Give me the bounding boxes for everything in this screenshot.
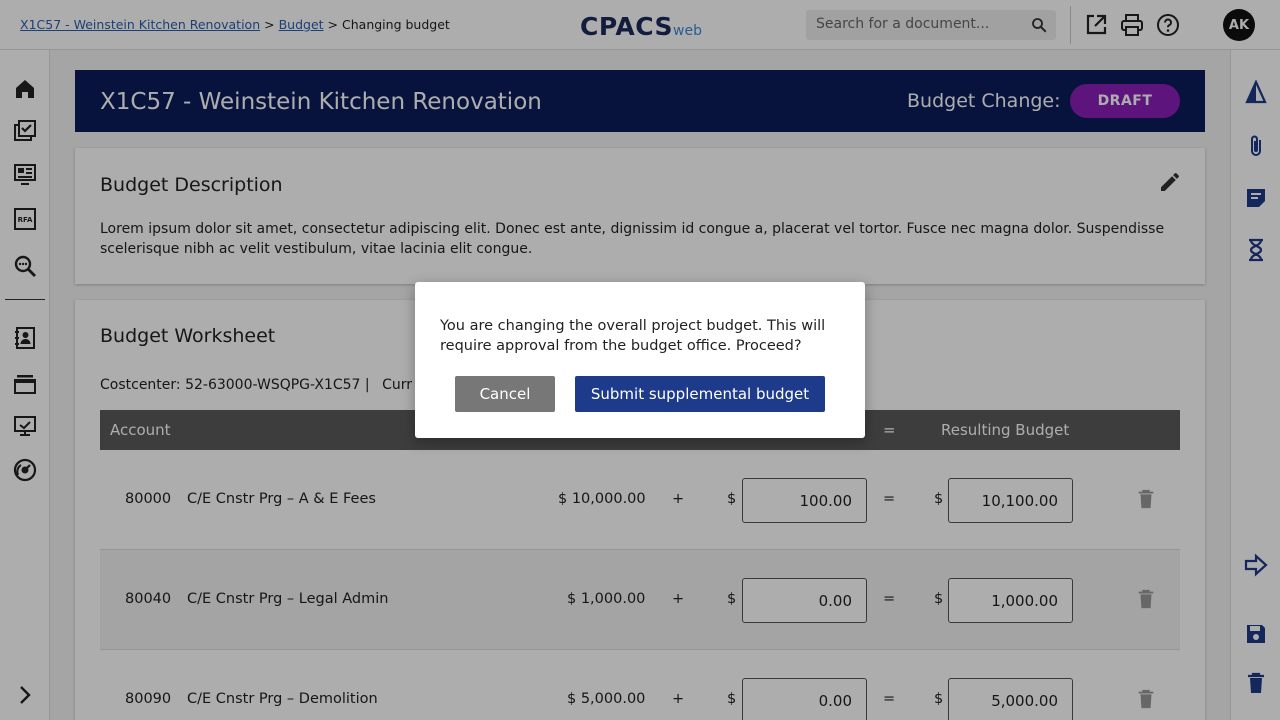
dialog-message: You are changing the overall project bud…	[440, 318, 826, 354]
confirm-dialog: You are changing the overall project bud…	[415, 282, 865, 438]
submit-supplemental-budget-button[interactable]: Submit supplemental budget	[575, 376, 825, 412]
cancel-button[interactable]: Cancel	[455, 376, 555, 412]
